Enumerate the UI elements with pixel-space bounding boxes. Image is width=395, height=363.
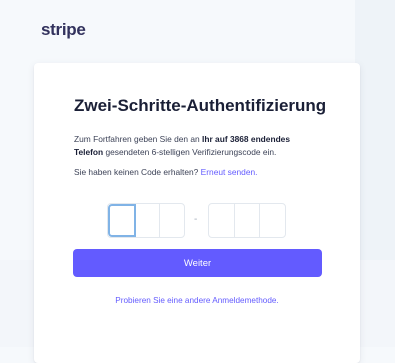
alternate-method-link[interactable]: Probieren Sie eine andere Anmeldemethode… <box>34 296 360 305</box>
instructions-text: Zum Fortfahren geben Sie den an Ihr auf … <box>74 133 334 159</box>
stripe-logo: stripe <box>41 20 86 39</box>
code-digit-2[interactable] <box>136 204 161 237</box>
code-digit-4[interactable] <box>209 204 235 237</box>
code-digit-6[interactable] <box>260 204 285 237</box>
continue-button[interactable]: Weiter <box>73 249 322 277</box>
phone-hint: Telefon <box>74 147 104 157</box>
resend-link[interactable]: Erneut senden. <box>201 167 258 177</box>
code-separator: - <box>194 214 198 225</box>
code-digit-1[interactable] <box>108 204 136 237</box>
code-group-second <box>208 203 286 238</box>
no-code-text: Sie haben keinen Code erhalten? <box>74 167 201 177</box>
verification-code-input: - <box>107 203 317 238</box>
code-group-first <box>107 203 185 238</box>
code-digit-3[interactable] <box>160 204 184 237</box>
code-digit-5[interactable] <box>235 204 261 237</box>
page-title: Zwei-Schritte-Authentifizierung <box>74 96 327 115</box>
instructions-part: gesendeten 6-stelligen Verifizierungscod… <box>103 147 277 157</box>
auth-card: Zwei-Schritte-Authentifizierung Zum Fort… <box>34 63 360 363</box>
instructions-part: Zum Fortfahren geben Sie den an <box>74 134 203 144</box>
resend-row: Sie haben keinen Code erhalten? Erneut s… <box>74 167 334 177</box>
phone-hint: Ihr auf 3868 endendes <box>202 134 291 144</box>
